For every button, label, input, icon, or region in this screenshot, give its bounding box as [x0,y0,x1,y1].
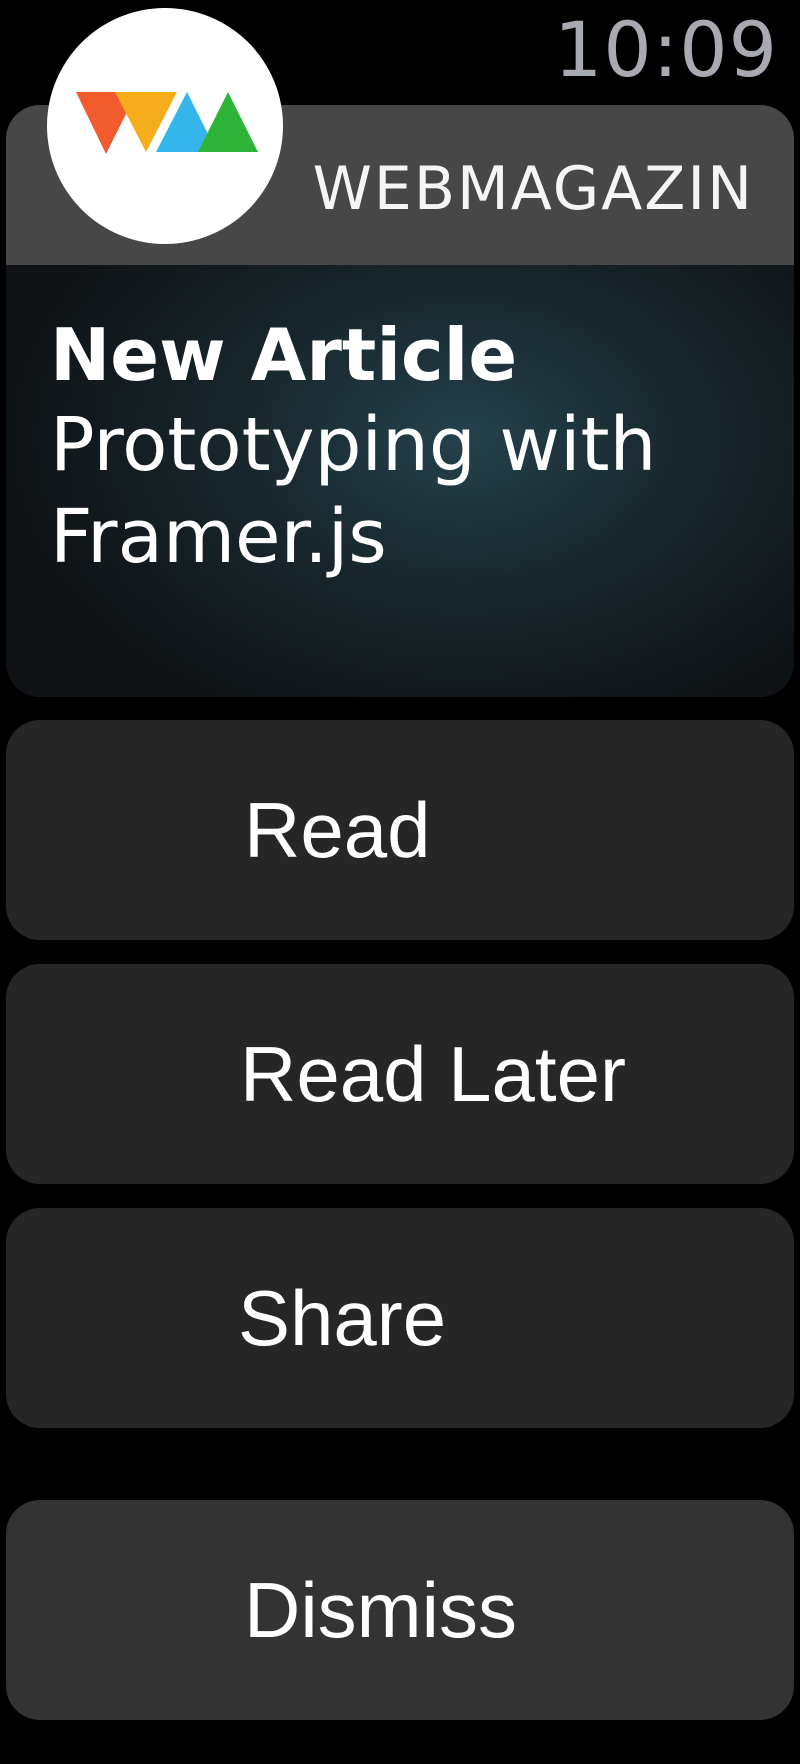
dismiss-button-label: Dismiss [244,1566,517,1654]
share-button-label: Share [238,1274,447,1362]
logo-green-triangle [198,92,258,152]
app-name: WEBMAGAZIN [312,154,754,224]
wm-logo-icon [76,92,258,154]
app-logo-icon [47,8,283,244]
share-button[interactable]: Share [6,1208,794,1428]
read-later-button-label: Read Later [240,1030,626,1118]
dismiss-button[interactable]: Dismiss [6,1500,794,1720]
notification-body: New Article Prototyping with Framer.js [6,265,794,697]
read-button[interactable]: Read [6,720,794,940]
notification-title: New Article [50,313,518,397]
notification-message: Prototyping with Framer.js [50,402,657,580]
read-button-label: Read [244,786,431,874]
clock-time: 10:09 [553,5,778,94]
read-later-button[interactable]: Read Later [6,964,794,1184]
